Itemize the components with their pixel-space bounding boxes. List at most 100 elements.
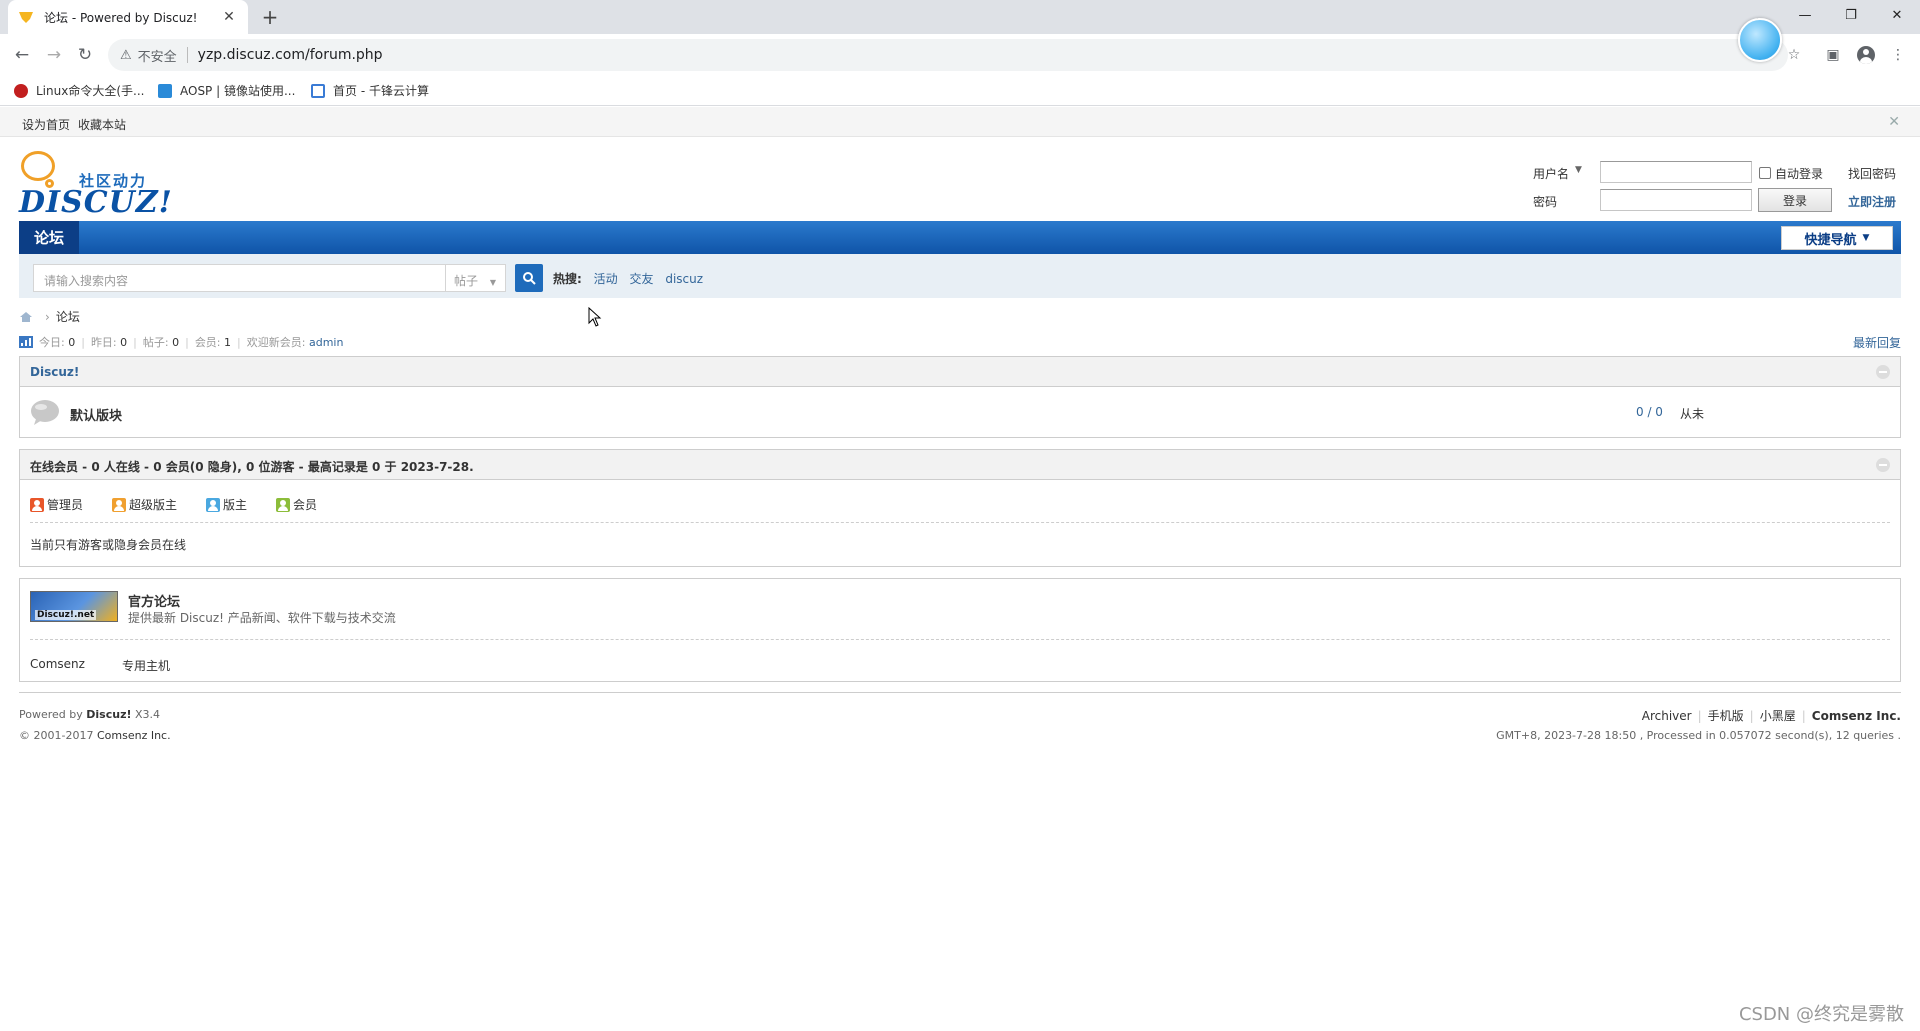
admin-user-icon: [30, 497, 44, 512]
url-text[interactable]: yzp.discuz.com/forum.php: [198, 47, 383, 63]
new-tab-icon[interactable]: +: [258, 5, 282, 29]
forum-bubble-icon: [31, 400, 59, 425]
divider: |: [237, 335, 241, 349]
search-type-label: 帖子: [454, 274, 479, 288]
address-bar[interactable]: ⚠ 不安全 yzp.discuz.com/forum.php: [108, 39, 1788, 71]
hot-search-label: 热搜:: [553, 272, 582, 286]
site-logo[interactable]: 社区动力 DISCUZ!: [19, 147, 172, 220]
divider: |: [185, 335, 189, 349]
text-link[interactable]: Comsenz: [30, 657, 85, 671]
online-note: 当前只有游客或隐身会员在线: [30, 538, 187, 552]
legend-moderator: 版主: [206, 496, 247, 513]
username-label[interactable]: 用户名: [1533, 165, 1569, 182]
copyright: © 2001-2017 Comsenz Inc.: [19, 729, 171, 742]
stat-posts-label: 帖子:: [142, 336, 169, 349]
collapse-icon[interactable]: [1876, 365, 1890, 379]
side-panel-icon[interactable]: ▣: [1823, 45, 1843, 65]
forum-category-box: Discuz! 默认版块 0 / 0 从未: [19, 356, 1901, 438]
bookmark-item[interactable]: Linux命令大全(手...: [14, 82, 144, 99]
breadcrumb-separator-icon: ›: [45, 309, 50, 324]
collapse-icon[interactable]: [1876, 458, 1890, 472]
omnibox-divider: [186, 47, 188, 63]
bookmark-star-icon[interactable]: ☆: [1784, 45, 1804, 65]
stat-yesterday-value: 0: [120, 335, 128, 349]
legend-member: 会员: [276, 496, 317, 513]
product-link[interactable]: Discuz!: [86, 708, 131, 721]
login-button[interactable]: 登录: [1758, 188, 1832, 212]
online-title[interactable]: 在线会员 - 0 人在线 - 0 会员(0 隐身), 0 位游客 - 最高记录是…: [30, 458, 474, 475]
stat-today-label: 今日:: [39, 336, 65, 349]
extension-globe-icon[interactable]: [1738, 18, 1782, 62]
hot-search-link[interactable]: 活动: [594, 272, 618, 286]
reload-icon[interactable]: ↻: [73, 43, 97, 67]
blacklist-link[interactable]: 小黑屋: [1760, 707, 1796, 724]
nav-forum-tab[interactable]: 论坛: [19, 221, 79, 254]
menu-dots-icon[interactable]: ⋮: [1888, 45, 1908, 65]
search-bar: 请输入搜索内容 帖子 ▼ 热搜: 活动 交友 discuz: [19, 254, 1901, 298]
username-input[interactable]: [1600, 161, 1752, 183]
window-close-icon[interactable]: ✕: [1874, 0, 1920, 30]
topbar-close-icon[interactable]: ✕: [1888, 114, 1900, 130]
register-link[interactable]: 立即注册: [1848, 193, 1896, 210]
forgot-password-link[interactable]: 找回密码: [1848, 165, 1896, 182]
category-title[interactable]: Discuz!: [30, 365, 79, 379]
member-user-icon: [276, 497, 290, 512]
home-icon[interactable]: [19, 311, 33, 323]
company-link[interactable]: Comsenz Inc.: [97, 729, 171, 742]
restore-icon[interactable]: ❐: [1828, 0, 1874, 30]
text-link[interactable]: 专用主机: [122, 657, 170, 674]
tab-close-icon[interactable]: ✕: [220, 8, 238, 26]
search-type-select[interactable]: 帖子 ▼: [445, 264, 506, 292]
password-label: 密码: [1533, 195, 1558, 209]
hot-search-link[interactable]: 交友: [629, 272, 653, 286]
bookmark-item[interactable]: 首页 - 千锋云计算: [311, 82, 429, 99]
forum-name-link[interactable]: 默认版块: [70, 405, 122, 424]
comsenz-link[interactable]: Comsenz Inc.: [1812, 709, 1901, 723]
browser-toolbar: ← → ↻ ⚠ 不安全 yzp.discuz.com/forum.php ☆ ▣…: [0, 34, 1920, 76]
mobile-link[interactable]: 手机版: [1708, 707, 1744, 724]
search-input[interactable]: 请输入搜索内容: [33, 264, 446, 292]
set-homepage-link[interactable]: 设为首页: [22, 116, 70, 133]
archiver-link[interactable]: Archiver: [1642, 709, 1692, 723]
chevron-down-icon[interactable]: ▼: [1575, 165, 1582, 175]
auto-login-checkbox[interactable]: [1759, 167, 1771, 179]
official-forum-link[interactable]: 官方论坛: [128, 591, 180, 610]
search-button[interactable]: [515, 264, 543, 292]
friend-links-box: Discuz!.net 官方论坛 提供最新 Discuz! 产品新闻、软件下载与…: [19, 578, 1901, 682]
hot-search-link[interactable]: discuz: [665, 272, 703, 286]
bookmark-site-link[interactable]: 收藏本站: [78, 116, 126, 133]
online-members-box: 在线会员 - 0 人在线 - 0 会员(0 隐身), 0 位游客 - 最高记录是…: [19, 449, 1901, 567]
legend-label: 管理员: [47, 498, 84, 512]
back-icon[interactable]: ←: [10, 43, 34, 67]
forward-icon[interactable]: →: [42, 43, 66, 67]
discuz-favicon-icon: [18, 9, 34, 25]
newest-member-link[interactable]: admin: [309, 336, 343, 349]
welcome-label: 欢迎新会员:: [246, 336, 306, 349]
logo-bubble-icon: [21, 151, 55, 181]
bookmark-item[interactable]: AOSP | 镜像站使用...: [158, 82, 295, 99]
divider: |: [133, 335, 137, 349]
forum-topic-post-count: 0 / 0: [1636, 405, 1663, 419]
search-icon: [523, 272, 536, 285]
quick-nav-button[interactable]: 快捷导航 ▼: [1781, 226, 1893, 250]
hot-searches: 热搜: 活动 交友 discuz: [553, 270, 703, 287]
link-logo-text: Discuz!.net: [35, 610, 97, 620]
browser-tab[interactable]: 论坛 - Powered by Discuz! ✕: [8, 0, 248, 34]
footer-links: Archiver | 手机版 | 小黑屋 | Comsenz Inc.: [1642, 707, 1901, 724]
minimize-icon[interactable]: —: [1782, 0, 1828, 30]
caret-down-icon: ▼: [1862, 233, 1870, 243]
warning-icon: ⚠: [120, 47, 132, 63]
legend-label: 超级版主: [129, 498, 178, 512]
password-input[interactable]: [1600, 189, 1752, 211]
stat-posts-value: 0: [172, 335, 180, 349]
super-moderator-user-icon: [112, 497, 126, 512]
forum-last-post: 从未: [1680, 407, 1705, 421]
stat-yesterday-label: 昨日:: [90, 336, 117, 349]
insecure-label: 不安全: [137, 49, 177, 65]
processed-info: GMT+8, 2023-7-28 18:50 , Processed in 0.…: [1496, 729, 1901, 742]
profile-avatar-icon[interactable]: [1856, 45, 1876, 65]
stats-chart-icon: [19, 336, 33, 348]
discuz-net-logo[interactable]: Discuz!.net: [30, 591, 118, 622]
logo-wordmark: DISCUZ!: [19, 185, 173, 220]
latest-replies-link[interactable]: 最新回复: [1853, 334, 1901, 351]
